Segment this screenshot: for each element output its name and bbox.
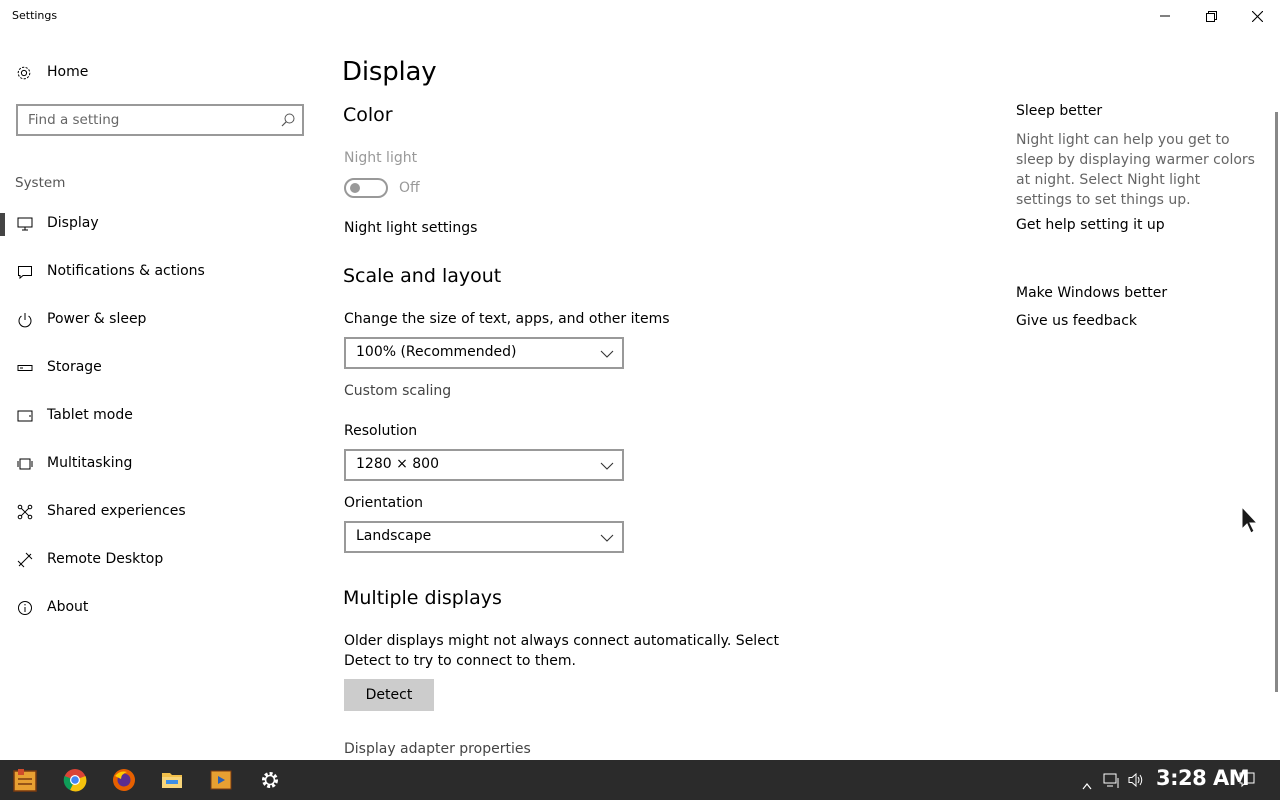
monitor-icon (17, 217, 33, 231)
start-icon (13, 769, 37, 792)
custom-scaling-link[interactable]: Custom scaling (344, 383, 451, 399)
give-feedback-link[interactable]: Give us feedback (1016, 313, 1137, 329)
file-explorer-icon (162, 773, 182, 788)
close-button[interactable] (1234, 0, 1280, 32)
gear-icon (17, 66, 31, 80)
scrollbar[interactable] (1275, 112, 1278, 692)
taskbar-clock[interactable]: 3:28 AM (1156, 766, 1250, 790)
taskbar: 3:28 AM (0, 760, 1280, 800)
mouse-cursor-icon (1241, 506, 1259, 534)
night-light-settings-link[interactable]: Night light settings (344, 220, 477, 236)
firefox-icon (113, 769, 135, 791)
volume-icon[interactable] (1127, 770, 1145, 790)
info-icon (18, 601, 32, 615)
orientation-value: Landscape (356, 528, 432, 544)
restore-icon (1205, 10, 1217, 22)
home-label: Home (47, 64, 89, 80)
sidebar-item-label: Display (47, 215, 99, 231)
detect-button[interactable]: Detect (344, 679, 434, 711)
title-bar: Settings (0, 0, 1280, 32)
taskbar-settings[interactable] (246, 760, 294, 800)
search-icon[interactable] (280, 112, 296, 128)
chevron-down-icon (600, 534, 614, 542)
multi-displays-text-line1: Older displays might not always connect … (344, 633, 779, 649)
sidebar-item-remote-desktop[interactable]: Remote Desktop (0, 538, 320, 582)
taskbar-media-player[interactable] (197, 760, 245, 800)
night-light-toggle[interactable] (344, 178, 388, 198)
sidebar-item-label: Tablet mode (47, 407, 133, 423)
sidebar-item-label: Power & sleep (47, 311, 147, 327)
sidebar-item-label: Notifications & actions (47, 263, 205, 279)
display-adapter-link[interactable]: Display adapter properties (344, 741, 531, 757)
tablet-icon (17, 410, 33, 422)
sidebar-item-about[interactable]: About (0, 586, 320, 630)
sidebar-item-tablet-mode[interactable]: Tablet mode (0, 394, 320, 438)
restore-button[interactable] (1188, 0, 1234, 32)
taskbar-firefox[interactable] (100, 760, 148, 800)
page-title: Display (342, 57, 437, 87)
sidebar-item-label: Shared experiences (47, 503, 186, 519)
search-box[interactable] (16, 104, 304, 136)
shared-icon (17, 504, 33, 520)
display-settings-page: Display Color Night light Off Night ligh… (320, 32, 1000, 760)
scale-value: 100% (Recommended) (356, 344, 517, 360)
search-input[interactable] (18, 106, 268, 134)
minimize-icon (1160, 15, 1170, 17)
resolution-label: Resolution (344, 423, 418, 439)
make-windows-better-heading: Make Windows better (1016, 285, 1168, 301)
sleep-better-text: Night light can help you get to sleep by… (1016, 132, 1255, 208)
get-help-link[interactable]: Get help setting it up (1016, 217, 1165, 233)
scale-layout-heading: Scale and layout (343, 265, 502, 287)
media-player-icon (210, 770, 232, 790)
chevron-up-icon[interactable] (1082, 776, 1092, 796)
sidebar-item-power-sleep[interactable]: Power & sleep (0, 298, 320, 342)
orientation-label: Orientation (344, 495, 424, 511)
resolution-value: 1280 × 800 (356, 456, 439, 472)
remote-desktop-icon (17, 552, 33, 568)
sidebar: Home System Display Notifications & acti… (0, 32, 320, 760)
resolution-dropdown[interactable]: 1280 × 800 (344, 449, 624, 481)
power-icon (18, 313, 32, 328)
sidebar-item-shared-experiences[interactable]: Shared experiences (0, 490, 320, 534)
window-title: Settings (12, 9, 58, 22)
chevron-down-icon (600, 350, 614, 358)
sidebar-item-label: Remote Desktop (47, 551, 164, 567)
scale-dropdown[interactable]: 100% (Recommended) (344, 337, 624, 369)
action-center-icon[interactable] (1238, 770, 1256, 790)
sidebar-item-label: Storage (47, 359, 102, 375)
sidebar-item-notifications[interactable]: Notifications & actions (0, 250, 320, 294)
sidebar-item-label: Multitasking (47, 455, 133, 471)
message-icon (18, 266, 32, 280)
settings-icon (262, 772, 278, 788)
sleep-better-heading: Sleep better (1016, 103, 1103, 119)
toggle-knob (350, 183, 360, 193)
start-button[interactable] (0, 760, 48, 800)
color-heading: Color (343, 104, 393, 126)
orientation-dropdown[interactable]: Landscape (344, 521, 624, 553)
night-light-label: Night light (344, 150, 418, 166)
minimize-button[interactable] (1142, 0, 1188, 32)
taskbar-file-explorer[interactable] (148, 760, 196, 800)
scale-label: Change the size of text, apps, and other… (344, 311, 670, 327)
network-icon[interactable] (1103, 770, 1121, 790)
night-light-state: Off (399, 180, 420, 196)
sidebar-item-multitasking[interactable]: Multitasking (0, 442, 320, 486)
multiple-displays-heading: Multiple displays (343, 587, 502, 609)
group-label-system: System (15, 175, 66, 191)
close-icon (1251, 10, 1263, 22)
sidebar-item-label: About (47, 599, 89, 615)
taskbar-chrome[interactable] (51, 760, 99, 800)
multitasking-icon (17, 458, 33, 470)
home-nav[interactable]: Home (0, 58, 320, 88)
multi-displays-text-line2: Detect to try to connect to them. (344, 653, 576, 669)
storage-icon (17, 365, 33, 371)
sidebar-item-storage[interactable]: Storage (0, 346, 320, 390)
chrome-icon (63, 769, 87, 792)
sidebar-item-display[interactable]: Display (0, 202, 320, 246)
chevron-down-icon (600, 462, 614, 470)
